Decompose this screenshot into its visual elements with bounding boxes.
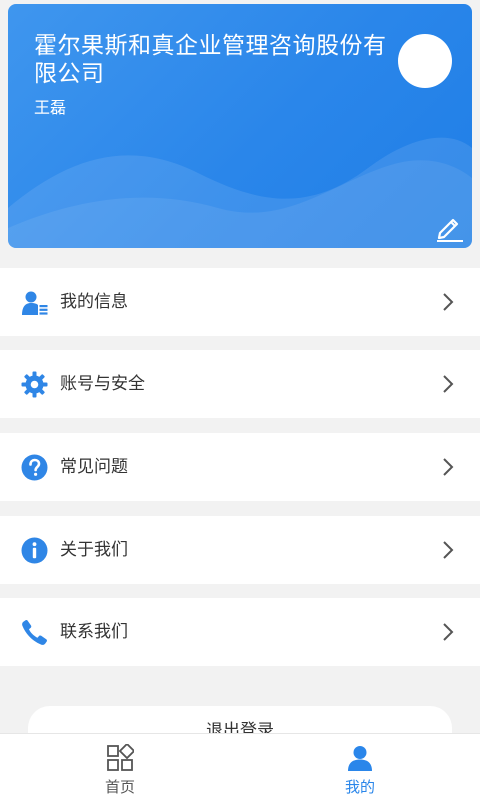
edit-icon[interactable] xyxy=(434,212,464,242)
grid-icon xyxy=(107,744,134,771)
question-icon xyxy=(21,454,48,481)
menu-item-label: 联系我们 xyxy=(60,622,128,642)
company-name: 霍尔果斯和真企业管理咨询股份有限公司 xyxy=(34,33,387,87)
nav-tab-home[interactable]: 首页 xyxy=(0,734,240,800)
background-waves xyxy=(8,137,472,248)
chevron-right-icon xyxy=(443,623,454,641)
bottom-nav: 首页 我的 xyxy=(0,733,480,800)
menu-item-about-us[interactable]: 关于我们 xyxy=(0,516,480,584)
menu-item-my-info[interactable]: 我的信息 xyxy=(0,268,480,336)
user-icon xyxy=(348,746,372,771)
nav-label-home: 首页 xyxy=(104,778,135,796)
avatar[interactable] xyxy=(398,34,452,88)
chevron-right-icon xyxy=(443,541,454,559)
menu-item-label: 我的信息 xyxy=(60,292,128,312)
info-icon xyxy=(21,537,48,564)
chevron-right-icon xyxy=(443,458,454,476)
menu-item-label: 常见问题 xyxy=(60,457,128,477)
user-info-icon xyxy=(22,291,48,315)
menu-item-contact-us[interactable]: 联系我们 xyxy=(0,598,480,666)
profile-card: 霍尔果斯和真企业管理咨询股份有限公司 王磊 xyxy=(8,4,472,248)
gear-icon xyxy=(21,371,48,398)
screen: 霍尔果斯和真企业管理咨询股份有限公司 王磊 我的信息 账号与安全 常见问题 关于… xyxy=(0,0,480,800)
chevron-right-icon xyxy=(443,293,454,311)
menu-item-label: 关于我们 xyxy=(60,540,128,560)
chevron-right-icon xyxy=(443,375,454,393)
menu-item-label: 账号与安全 xyxy=(60,374,145,394)
menu-item-faq[interactable]: 常见问题 xyxy=(0,433,480,501)
phone-icon xyxy=(22,619,47,645)
nav-tab-mine[interactable]: 我的 xyxy=(240,734,480,800)
nav-label-mine: 我的 xyxy=(344,778,375,796)
menu-item-account-security[interactable]: 账号与安全 xyxy=(0,350,480,418)
user-name: 王磊 xyxy=(34,98,67,117)
